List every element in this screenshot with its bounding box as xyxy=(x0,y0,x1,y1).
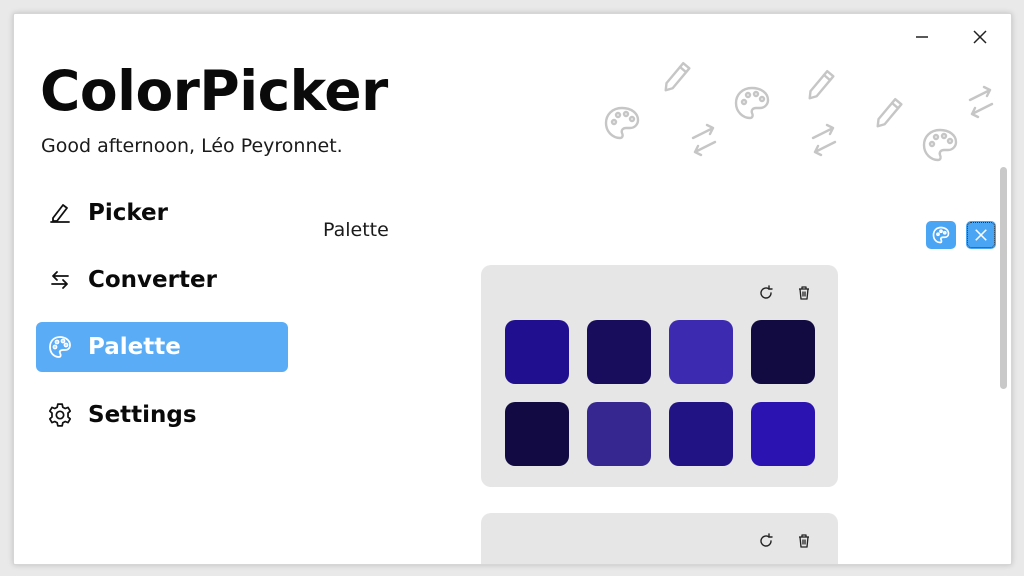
palette-icon xyxy=(604,106,640,140)
nav-item-picker[interactable]: Picker xyxy=(36,188,288,238)
refresh-palette-button[interactable] xyxy=(754,281,778,305)
nav-label-palette: Palette xyxy=(88,334,181,360)
color-swatch[interactable] xyxy=(669,402,733,466)
refresh-palette-button[interactable] xyxy=(754,529,778,553)
minimize-button[interactable] xyxy=(902,24,942,50)
color-swatch[interactable] xyxy=(587,320,651,384)
swap-arrows-icon xyxy=(46,266,74,294)
pen-icon xyxy=(46,199,74,227)
trash-icon xyxy=(799,286,809,300)
minimize-icon xyxy=(916,36,928,38)
refresh-icon xyxy=(760,285,773,299)
scrollbar[interactable] xyxy=(1000,167,1007,389)
close-icon xyxy=(973,30,987,44)
gear-icon xyxy=(46,401,74,429)
app-window: ColorPicker Good afternoon, Léo Peyronne… xyxy=(13,13,1012,565)
color-swatch[interactable] xyxy=(505,402,569,466)
delete-palette-button[interactable] xyxy=(792,281,816,305)
app-title: ColorPicker xyxy=(40,59,388,123)
palette-icon xyxy=(734,86,770,120)
nav-item-palette[interactable]: Palette xyxy=(36,322,288,372)
nav-item-converter[interactable]: Converter xyxy=(36,255,288,305)
color-swatch[interactable] xyxy=(587,402,651,466)
color-swatch[interactable] xyxy=(505,320,569,384)
close-icon xyxy=(975,229,987,241)
clear-palettes-button[interactable] xyxy=(966,221,996,249)
color-swatch[interactable] xyxy=(751,320,815,384)
open-palette-button[interactable] xyxy=(926,221,956,249)
refresh-icon xyxy=(760,533,773,547)
palette-card xyxy=(481,513,838,564)
delete-palette-button[interactable] xyxy=(792,529,816,553)
nav-label-picker: Picker xyxy=(88,200,168,226)
nav-label-settings: Settings xyxy=(88,402,197,428)
swap-arrows-icon xyxy=(968,85,994,119)
decorative-icons xyxy=(604,61,994,162)
page-title: Palette xyxy=(323,219,389,241)
color-swatch[interactable] xyxy=(751,402,815,466)
pencil-icon xyxy=(808,69,835,100)
nav-item-settings[interactable]: Settings xyxy=(36,390,288,440)
swap-arrows-icon xyxy=(811,123,837,157)
palette-icon xyxy=(922,128,958,162)
greeting-text: Good afternoon, Léo Peyronnet. xyxy=(41,135,343,157)
palette-icon xyxy=(932,226,950,244)
pencil-icon xyxy=(664,61,691,92)
color-swatch[interactable] xyxy=(669,320,733,384)
palette-icon xyxy=(46,333,74,361)
palette-card xyxy=(481,265,838,487)
nav-label-converter: Converter xyxy=(88,267,217,293)
swap-arrows-icon xyxy=(691,123,717,157)
close-window-button[interactable] xyxy=(960,24,1000,50)
pencil-icon xyxy=(876,97,903,128)
trash-icon xyxy=(799,534,809,548)
